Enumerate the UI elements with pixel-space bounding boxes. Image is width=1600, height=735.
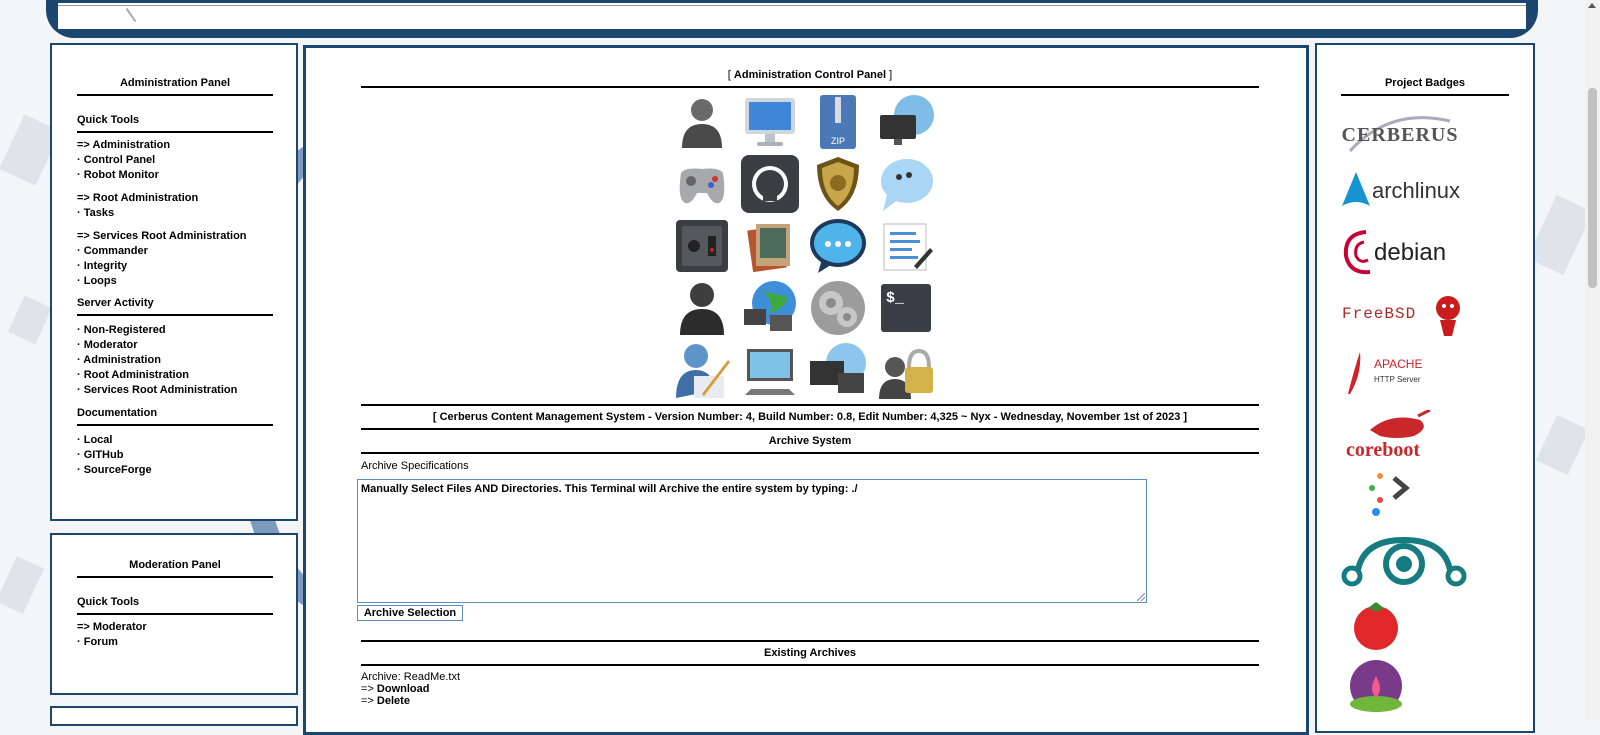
archive-spec-label: Archive Specifications [361, 460, 469, 472]
group-head-link[interactable]: => Root Administration [77, 191, 273, 206]
cerberus-badge[interactable]: CERBERUS [1340, 110, 1490, 156]
activity-link[interactable]: · Root Administration [77, 368, 273, 383]
svg-text:CERBERUS: CERBERUS [1342, 124, 1459, 146]
quick-tools-group: => Administration · Control Panel · Robot … [77, 138, 273, 183]
documentation-link[interactable]: · SourceForge [77, 463, 273, 478]
lotus-badge[interactable] [1340, 660, 1490, 714]
quick-tools-group: => Root Administration · Tasks [77, 191, 273, 221]
delete-row: => Delete [361, 695, 410, 707]
forum-link[interactable]: · Forum [77, 635, 273, 650]
svg-text:ZIP: ZIP [831, 136, 845, 146]
svg-text:FreeBSD: FreeBSD [1342, 305, 1416, 323]
quick-tool-link[interactable]: · Tasks [77, 206, 273, 221]
chat-bubble-icon[interactable] [876, 154, 936, 214]
group-head-link[interactable]: => Services Root Administration [77, 229, 273, 244]
archive-system-heading: Archive System [768, 435, 852, 447]
display-settings-icon[interactable] [740, 340, 800, 400]
user-icon[interactable] [672, 92, 732, 152]
top-banner [46, 0, 1538, 38]
network-monitor-icon[interactable] [876, 92, 936, 152]
lineageos-badge[interactable] [1340, 536, 1490, 594]
archive-file: Archive: ReadMe.txt [361, 671, 461, 683]
quick-tool-link[interactable]: · Commander [77, 244, 273, 259]
activity-link[interactable]: · Moderator [77, 338, 273, 353]
monitor-icon[interactable] [740, 92, 800, 152]
group-head-link[interactable]: => Administration [77, 138, 273, 153]
documentation-link[interactable]: · GITHub [77, 448, 273, 463]
quick-tool-link[interactable]: · Robot Monitor [77, 168, 273, 183]
quick-tool-link[interactable]: · Loops [77, 274, 273, 289]
arrow-logo-badge[interactable] [1340, 472, 1490, 518]
download-row: => Download [361, 683, 430, 695]
archlinux-badge[interactable]: archlinux [1340, 170, 1490, 210]
activity-link[interactable]: · Services Root Administration [77, 383, 273, 398]
gamepad-icon[interactable] [672, 154, 732, 214]
tomato-badge[interactable] [1340, 600, 1490, 652]
svg-text:APACHE: APACHE [1374, 357, 1422, 371]
power-switch-icon[interactable] [672, 216, 732, 276]
settings-gear-icon[interactable] [808, 278, 868, 338]
server-activity-list: · Non-Registered · Moderator · Administrat… [77, 323, 273, 398]
quick-tool-link[interactable]: · Integrity [77, 259, 273, 274]
scrollbar-thumb[interactable] [1588, 88, 1597, 288]
svg-text:HTTP Server: HTTP Server [1374, 375, 1421, 384]
network-globe-icon[interactable] [740, 278, 800, 338]
debian-badge[interactable]: debian [1340, 228, 1490, 276]
moderation-panel: Moderation Panel Quick Tools => Moderato… [50, 533, 298, 695]
apache-badge[interactable]: APACHE HTTP Server [1340, 350, 1490, 396]
download-link[interactable]: Download [377, 683, 430, 695]
user-edit-icon[interactable] [672, 340, 732, 400]
documentation-link[interactable]: · Local [77, 433, 273, 448]
messages-icon[interactable] [808, 216, 868, 276]
user-lock-icon[interactable] [876, 340, 936, 400]
documentation-heading: Documentation [77, 407, 158, 419]
quick-tool-link[interactable]: · Control Panel [77, 153, 273, 168]
version-line: [ Cerberus Content Management System - V… [432, 411, 1188, 423]
quick-tools-heading: Quick Tools [77, 114, 140, 126]
svg-text:$_: $_ [886, 290, 905, 307]
mod-quick-tools-heading: Quick Tools [77, 596, 140, 608]
github-icon[interactable] [740, 154, 800, 214]
photos-icon[interactable] [740, 216, 800, 276]
archive-specifications-textarea[interactable]: Manually Select Files AND Directories. T… [357, 479, 1147, 603]
coreboot-badge[interactable]: coreboot [1340, 410, 1490, 462]
user-dark-icon[interactable] [672, 278, 732, 338]
vertical-scrollbar[interactable] [1585, 0, 1600, 721]
control-panel-icon-grid: ZIP $_ [672, 92, 944, 406]
moderator-link[interactable]: => Moderator [77, 620, 273, 635]
svg-text:debian: debian [1374, 239, 1446, 266]
security-badge-icon[interactable] [808, 154, 868, 214]
freebsd-badge[interactable]: FreeBSD [1340, 286, 1490, 338]
administration-panel: Administration Panel Quick Tools => Admi… [50, 43, 298, 521]
zip-archive-icon[interactable]: ZIP [808, 92, 868, 152]
quick-tools-group: => Services Root Administration · Command… [77, 229, 273, 289]
resize-grip-icon[interactable] [1137, 593, 1145, 601]
delete-link[interactable]: Delete [377, 695, 410, 707]
terminal-icon[interactable]: $_ [876, 278, 936, 338]
archive-selection-button[interactable]: Archive Selection [357, 605, 463, 621]
activity-link[interactable]: · Non-Registered [77, 323, 273, 338]
existing-archives-heading: Existing Archives [764, 647, 856, 659]
control-panel-title: [ Administration Control Panel ] [727, 69, 893, 81]
svg-text:coreboot: coreboot [1346, 439, 1420, 461]
project-badges-title: Project Badges [1384, 77, 1466, 89]
administration-panel-title: Administration Panel [119, 77, 231, 89]
activity-link[interactable]: · Administration [77, 353, 273, 368]
remote-desktop-icon[interactable] [808, 340, 868, 400]
moderation-panel-title: Moderation Panel [129, 559, 221, 571]
server-activity-heading: Server Activity [77, 297, 154, 309]
lower-panel [50, 706, 298, 726]
text-editor-icon[interactable] [876, 216, 936, 276]
admin-quick-tools-list: => Administration · Control Panel · Robot … [77, 138, 273, 297]
svg-text:archlinux: archlinux [1372, 178, 1460, 203]
scroll-up-icon[interactable] [1588, 3, 1596, 8]
documentation-list: · Local · GITHub · SourceForge [77, 433, 273, 478]
